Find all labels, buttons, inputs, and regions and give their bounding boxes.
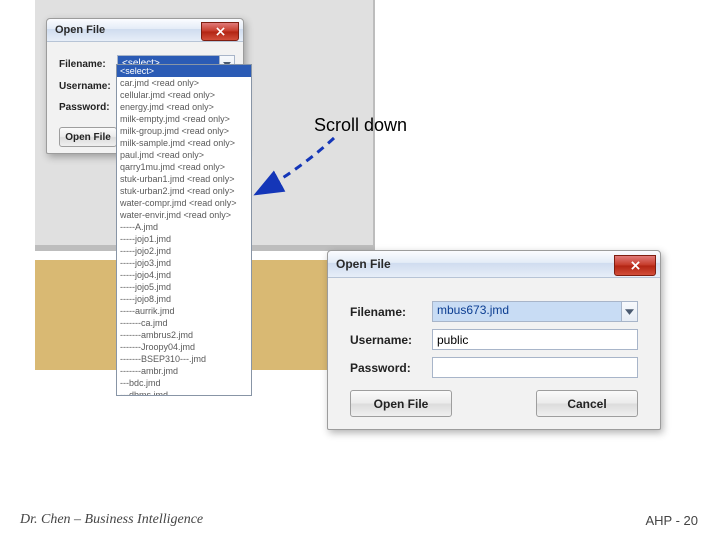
close-icon: [631, 261, 640, 270]
filename-dropdown-toggle[interactable]: [621, 301, 638, 322]
dropdown-option[interactable]: -------BSEP310---.jmd: [117, 353, 251, 365]
filename-label: Filename:: [59, 59, 117, 70]
close-button[interactable]: [201, 22, 239, 41]
dropdown-option[interactable]: energy.jmd <read only>: [117, 101, 251, 113]
open-file-button[interactable]: Open File: [350, 390, 452, 417]
dropdown-option[interactable]: -----jojo4.jmd: [117, 269, 251, 281]
dropdown-option[interactable]: ---dbms.jmd: [117, 389, 251, 396]
dropdown-option[interactable]: <select>: [117, 65, 251, 77]
dropdown-option[interactable]: -----jojo3.jmd: [117, 257, 251, 269]
window-title: Open File: [336, 257, 391, 271]
dropdown-option[interactable]: milk-group.jmd <read only>: [117, 125, 251, 137]
dropdown-option[interactable]: water-compr.jmd <read only>: [117, 197, 251, 209]
close-icon: [216, 27, 225, 36]
password-label: Password:: [350, 361, 432, 375]
footer-right: AHP - 20: [645, 513, 698, 528]
filename-select[interactable]: mbus673.jmd: [432, 301, 621, 322]
username-label: Username:: [350, 333, 432, 347]
titlebar[interactable]: Open File: [47, 19, 243, 42]
dropdown-option[interactable]: -----jojo2.jmd: [117, 245, 251, 257]
username-label: Username:: [59, 81, 117, 92]
dropdown-option[interactable]: stuk-urban2.jmd <read only>: [117, 185, 251, 197]
footer-left: Dr. Chen – Business Intelligence: [20, 512, 203, 528]
dropdown-option[interactable]: -------ambrus2.jmd: [117, 329, 251, 341]
dropdown-option[interactable]: -----A.jmd: [117, 221, 251, 233]
dropdown-option[interactable]: milk-empty.jmd <read only>: [117, 113, 251, 125]
cancel-button[interactable]: Cancel: [536, 390, 638, 417]
dropdown-option[interactable]: ---bdc.jmd: [117, 377, 251, 389]
open-file-dialog-front: Open File Filename: mbus673.jmd Username…: [327, 250, 661, 430]
filename-dropdown-list[interactable]: <select>car.jmd <read only>cellular.jmd …: [116, 64, 252, 396]
filename-label: Filename:: [350, 305, 432, 319]
username-input[interactable]: [432, 329, 638, 350]
dropdown-option[interactable]: -----jojo8.jmd: [117, 293, 251, 305]
close-button[interactable]: [614, 255, 656, 276]
dropdown-option[interactable]: cellular.jmd <read only>: [117, 89, 251, 101]
dropdown-option[interactable]: milk-sample.jmd <read only>: [117, 137, 251, 149]
dropdown-option[interactable]: paul.jmd <read only>: [117, 149, 251, 161]
dropdown-option[interactable]: -----jojo5.jmd: [117, 281, 251, 293]
dropdown-option[interactable]: qarry1mu.jmd <read only>: [117, 161, 251, 173]
dropdown-option[interactable]: water-envir.jmd <read only>: [117, 209, 251, 221]
dropdown-option[interactable]: -------Jroopy04.jmd: [117, 341, 251, 353]
window-title: Open File: [55, 24, 105, 36]
password-label: Password:: [59, 102, 117, 113]
dropdown-option[interactable]: stuk-urban1.jmd <read only>: [117, 173, 251, 185]
chevron-down-icon: [625, 309, 634, 315]
titlebar[interactable]: Open File: [328, 251, 660, 278]
dropdown-option[interactable]: -----aurrik.jmd: [117, 305, 251, 317]
annotation-text: Scroll down: [314, 115, 407, 136]
dropdown-option[interactable]: -----jojo1.jmd: [117, 233, 251, 245]
open-file-button[interactable]: Open File: [59, 127, 117, 147]
dropdown-option[interactable]: car.jmd <read only>: [117, 77, 251, 89]
dropdown-option[interactable]: -------ambr.jmd: [117, 365, 251, 377]
password-input[interactable]: [432, 357, 638, 378]
dropdown-option[interactable]: -------ca.jmd: [117, 317, 251, 329]
